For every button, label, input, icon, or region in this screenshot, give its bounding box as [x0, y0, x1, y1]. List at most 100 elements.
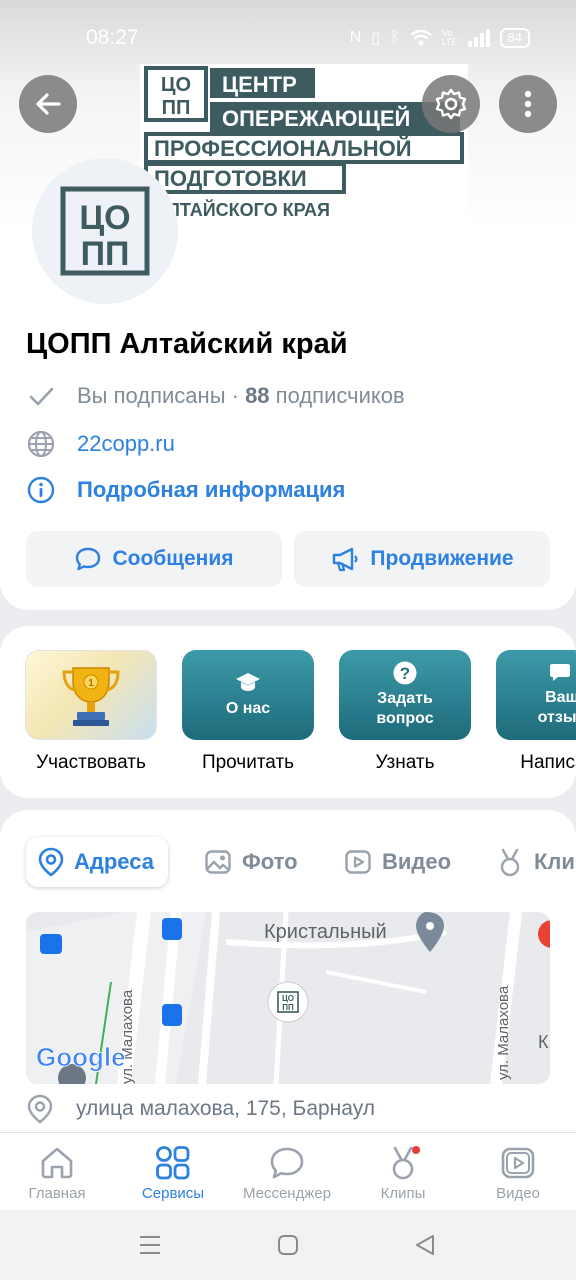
- arrow-left-icon: [36, 93, 61, 115]
- widget-tile-participate: 1: [25, 650, 157, 740]
- map-place-label: Кристальный: [264, 921, 387, 943]
- widget-tile-about-text: О нас: [225, 700, 271, 717]
- tab-videos-label: Видео: [382, 849, 452, 874]
- bluetooth-icon: ᛒ: [390, 29, 400, 46]
- nav-home-label: Главная: [28, 1185, 86, 1202]
- globe-icon: [26, 429, 56, 459]
- nav-services[interactable]: Сервисы: [118, 1141, 228, 1202]
- chat-icon: [550, 664, 570, 681]
- bottom-navigation: Главная Сервисы Мессенджер Клипы Видео: [0, 1132, 576, 1210]
- address-text: улица малахова, 175, Барнаул: [76, 1097, 376, 1120]
- nav-services-label: Сервисы: [141, 1185, 205, 1202]
- widget-about[interactable]: О нас Прочитать: [182, 650, 314, 774]
- chat-bubble-icon: [270, 1147, 304, 1179]
- group-header: 08:27 N ▯ ᛒ Vo LTE 84 ЦО ПП ЦЕНТР ОПЕРЕЖА…: [0, 0, 576, 610]
- services-grid-icon: [156, 1146, 190, 1180]
- details-row[interactable]: Подробная информация: [26, 475, 345, 505]
- clips-icon: [392, 1146, 420, 1180]
- widget-review[interactable]: Ваш отзыв Написать: [496, 650, 576, 774]
- widget-label-about: Прочитать: [201, 752, 295, 773]
- tab-photos[interactable]: Фото: [204, 837, 298, 887]
- location-pin-icon: [27, 1094, 53, 1124]
- widget-tile-review-text: Ваш отзыв: [537, 689, 576, 726]
- tab-clips-label: Клипы: [534, 849, 576, 874]
- wifi-icon: [409, 29, 432, 46]
- svg-text:ПП: ПП: [162, 97, 191, 119]
- widget-label-ask: Узнать: [375, 752, 435, 773]
- status-icons: N ▯ ᛒ Vo LTE 84: [350, 28, 530, 48]
- status-time: 08:27: [86, 26, 139, 49]
- website-row[interactable]: 22copp.ru: [26, 429, 175, 459]
- nav-messenger[interactable]: Мессенджер: [232, 1141, 342, 1202]
- location-pin-icon: [38, 847, 64, 877]
- subscription-row[interactable]: Вы подписаны · 88 подписчиков: [26, 381, 405, 411]
- gear-icon: [435, 88, 467, 120]
- widget-tile-about: О нас: [182, 650, 314, 740]
- details-link[interactable]: Подробная информация: [77, 477, 345, 503]
- widget-tile-ask-text: Задать вопрос: [376, 690, 434, 727]
- address-row[interactable]: улица малахова, 175, Барнаул: [26, 1094, 375, 1124]
- back-triangle-icon[interactable]: [414, 1234, 436, 1256]
- recent-apps-icon[interactable]: [138, 1233, 162, 1257]
- svg-text:ПП: ПП: [282, 1003, 294, 1012]
- nav-video[interactable]: Видео: [463, 1141, 573, 1202]
- battery-indicator: 84: [499, 28, 530, 48]
- separator: ·: [225, 383, 246, 408]
- widget-ask[interactable]: ? Задать вопрос Узнать: [339, 650, 471, 774]
- cover-line-5: АЛТАЙСКОГО КРАЯ: [154, 199, 330, 220]
- widgets-section: 1 Участвовать О нас Прочитать ? Задать в…: [0, 626, 576, 798]
- messages-button[interactable]: Сообщения: [26, 531, 282, 587]
- clips-icon: [500, 848, 520, 877]
- map-preview[interactable]: ЦО ПП Кристальный ул. Малахова ул. Малах…: [26, 912, 550, 1084]
- svg-text:1: 1: [88, 678, 94, 689]
- back-button[interactable]: [19, 75, 77, 133]
- map-edge-letter: К: [538, 1032, 549, 1052]
- home-icon: [41, 1147, 73, 1179]
- nav-messenger-label: Мессенджер: [242, 1185, 332, 1202]
- tab-videos[interactable]: Видео: [344, 837, 451, 887]
- cover-line-4: ПОДГОТОВКИ: [154, 166, 307, 191]
- website-link[interactable]: 22copp.ru: [77, 431, 175, 457]
- subscribers-count: 88: [245, 383, 270, 408]
- cover-image: ЦО ПП ЦЕНТР ОПЕРЕЖАЮЩЕЙ ПРОФЕССИОНАЛЬНОЙ…: [140, 64, 468, 224]
- subscribed-status: Вы подписаны: [77, 383, 226, 408]
- nav-clips[interactable]: Клипы: [348, 1141, 458, 1202]
- avatar-mark-top: ЦО: [79, 199, 130, 237]
- cover-logo-graphic: ЦО ПП ЦЕНТР ОПЕРЕЖАЮЩЕЙ ПРОФЕССИОНАЛЬНОЙ…: [144, 66, 464, 220]
- widget-tile-ask: ? Задать вопрос: [339, 650, 471, 740]
- tab-addresses-label: Адреса: [74, 849, 154, 874]
- cover-line-3: ПРОФЕССИОНАЛЬНОЙ: [154, 136, 412, 161]
- group-title: ЦОПП Алтайский край: [26, 328, 348, 360]
- question-icon: ?: [393, 661, 417, 685]
- home-button-icon[interactable]: [277, 1234, 299, 1256]
- widget-label-review: Написать: [520, 752, 576, 773]
- messages-button-label: Сообщения: [112, 547, 234, 570]
- cover-line-1: ЦЕНТР: [222, 72, 297, 97]
- settings-button[interactable]: [422, 75, 480, 133]
- nav-home[interactable]: Главная: [2, 1141, 112, 1202]
- map-graphic: ЦО ПП Кристальный ул. Малахова ул. Малах…: [26, 912, 550, 1084]
- tab-clips[interactable]: Клипы: [496, 837, 576, 887]
- avatar-logo: ЦО ПП: [60, 186, 150, 276]
- system-navigation-bar: [0, 1210, 576, 1280]
- video-play-icon: [501, 1147, 535, 1179]
- promotion-button[interactable]: Продвижение: [294, 531, 550, 587]
- trophy-icon: 1: [62, 667, 120, 726]
- tab-addresses[interactable]: Адреса: [26, 837, 168, 887]
- nav-video-label: Видео: [496, 1185, 540, 1202]
- content-section: Адреса Фото Видео Клипы: [0, 810, 576, 1150]
- tab-photos-label: Фото: [242, 849, 298, 874]
- more-vertical-icon: [524, 90, 532, 118]
- subscribers-label: подписчиков: [269, 383, 405, 408]
- signal-icon: [467, 29, 490, 47]
- more-button[interactable]: [499, 75, 557, 133]
- cover-line-2: ОПЕРЕЖАЮЩЕЙ: [222, 106, 410, 131]
- group-avatar[interactable]: ЦО ПП: [32, 158, 178, 304]
- widget-participate[interactable]: 1 Участвовать: [25, 650, 157, 774]
- image-icon: [205, 850, 231, 874]
- avatar-mark-bottom: ПП: [81, 235, 130, 273]
- widget-label-participate: Участвовать: [36, 752, 146, 773]
- info-icon: [26, 475, 56, 505]
- nav-clips-label: Клипы: [380, 1185, 426, 1202]
- svg-text:?: ?: [400, 664, 410, 683]
